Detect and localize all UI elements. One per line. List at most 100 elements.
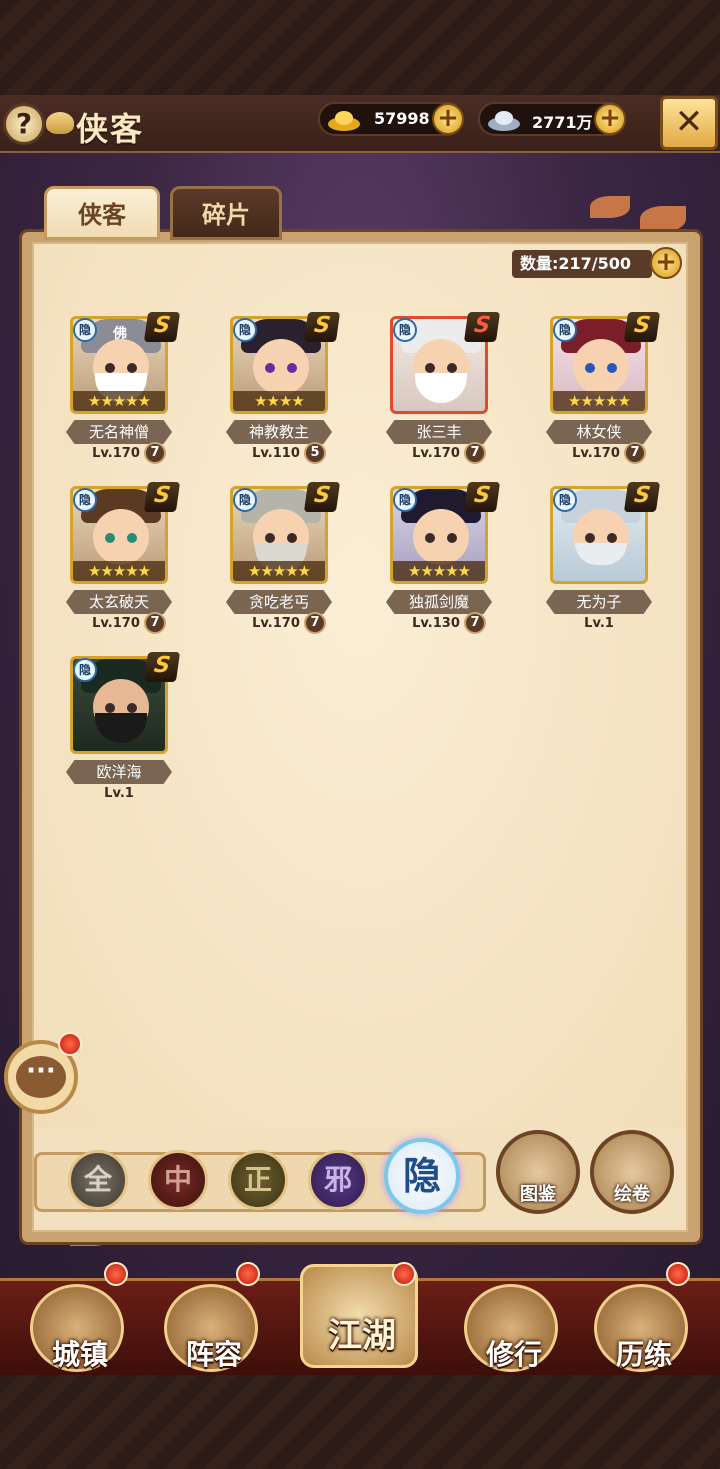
eye <box>585 363 595 373</box>
hero-name: 贪吃老丐 <box>226 590 332 614</box>
nav-jianghu-notification-dot <box>392 1262 416 1286</box>
nav-town-label: 城镇 <box>51 1338 108 1371</box>
hero-face <box>253 339 309 395</box>
eye <box>105 533 115 543</box>
add-gold-button[interactable]: + <box>432 103 464 135</box>
faction-badge: 隐 <box>553 488 577 512</box>
faction-badge: 隐 <box>233 318 257 342</box>
hero-face <box>93 509 149 565</box>
gold-ingot-icon <box>328 111 360 131</box>
beard <box>95 713 147 743</box>
grade-badge: S <box>623 482 661 512</box>
hero-name: 太玄破天 <box>66 590 172 614</box>
tab-fragments[interactable]: 碎片 <box>170 186 282 240</box>
eye <box>287 363 297 373</box>
hero-rank: 7 <box>464 612 486 634</box>
grade-badge: S <box>143 652 181 682</box>
faction-badge: 隐 <box>233 488 257 512</box>
grade-badge: S <box>143 312 181 342</box>
nav-lineup[interactable]: 阵容 <box>164 1284 258 1372</box>
grade-badge: S <box>303 312 341 342</box>
star-rating: ★★★★★ <box>233 561 325 581</box>
hero-name: 无名神僧 <box>66 420 172 444</box>
eye <box>265 533 275 543</box>
filter-righteous[interactable]: 正 <box>228 1150 288 1210</box>
top-background <box>0 0 720 95</box>
eye <box>447 533 457 543</box>
nav-training[interactable]: 修行 <box>464 1284 558 1372</box>
nav-training-label: 修行 <box>485 1338 542 1371</box>
faction-badge: 隐 <box>73 658 97 682</box>
nav-jianghu-label: 江湖 <box>328 1316 396 1356</box>
eye <box>127 363 137 373</box>
faction-badge: 隐 <box>73 488 97 512</box>
hero-name: 张三丰 <box>386 420 492 444</box>
hero-rank: 7 <box>304 612 326 634</box>
grade-badge: S <box>463 312 501 342</box>
faction-badge: 隐 <box>553 318 577 342</box>
hero-rank: 5 <box>304 442 326 464</box>
maple-leaf-decoration <box>640 206 686 232</box>
hero-count: 数量:217/500 <box>512 250 652 278</box>
chat-bubble-icon: ··· <box>16 1056 66 1098</box>
eye <box>447 363 457 373</box>
hero-name: 林女侠 <box>546 420 652 444</box>
grade-badge: S <box>143 482 181 512</box>
silver-value: 2771万 <box>532 113 593 132</box>
add-silver-button[interactable]: + <box>594 103 626 135</box>
hero-name: 欧洋海 <box>66 760 172 784</box>
nav-lineup-label: 阵容 <box>185 1338 242 1371</box>
star-rating: ★★★★★ <box>393 561 485 581</box>
filter-hidden[interactable]: 隐 <box>384 1138 460 1214</box>
hero-rank: 7 <box>624 442 646 464</box>
star-rating: ★★★★ <box>233 391 325 411</box>
scroll-album-label: 绘卷 <box>614 1184 650 1205</box>
filter-neutral[interactable]: 中 <box>148 1150 208 1210</box>
star-rating: ★★★★★ <box>553 391 645 411</box>
hero-name: 神教教主 <box>226 420 332 444</box>
nav-trials-label: 历练 <box>615 1338 672 1371</box>
nav-town-notification-dot <box>104 1262 128 1286</box>
silver-ingot-icon <box>488 111 520 131</box>
filter-all[interactable]: 全 <box>68 1150 128 1210</box>
codex-button[interactable]: 图鉴 <box>496 1130 580 1214</box>
eye <box>105 703 115 713</box>
hero-card[interactable]: 隐 S 无为子 Lv.1 <box>520 482 661 647</box>
maple-leaf-decoration <box>590 196 630 218</box>
beard <box>415 373 467 403</box>
faction-badge: 隐 <box>393 318 417 342</box>
hero-card[interactable]: ★★★★★ 隐 S 林女侠 Lv.170 7 <box>520 312 661 477</box>
nav-trials-notification-dot <box>666 1262 690 1286</box>
hero-card[interactable]: ★★★★★ 隐 S 贪吃老丐 Lv.170 7 <box>200 482 341 647</box>
nav-lineup-notification-dot <box>236 1262 260 1286</box>
eye <box>607 533 617 543</box>
tab-heroes[interactable]: 侠客 <box>44 186 160 240</box>
hero-card[interactable]: 佛 ★★★★★ 隐 S 无名神僧 Lv.170 7 <box>40 312 181 477</box>
hero-card[interactable]: ★★★★★ 隐 S 独孤剑魔 Lv.130 7 <box>360 482 501 647</box>
expand-capacity-button[interactable]: + <box>650 247 682 279</box>
grade-badge: S <box>303 482 341 512</box>
nav-town[interactable]: 城镇 <box>30 1284 124 1372</box>
faction-badge: 隐 <box>393 488 417 512</box>
help-button[interactable]: ? <box>3 103 45 145</box>
hero-face <box>413 509 469 565</box>
hero-card[interactable]: 隐 S 张三丰 Lv.170 7 <box>360 312 501 477</box>
filter-evil[interactable]: 邪 <box>308 1150 368 1210</box>
page-title: 侠客 <box>76 110 145 148</box>
close-button[interactable]: ✕ <box>660 96 718 150</box>
scroll-album-button[interactable]: 绘卷 <box>590 1130 674 1214</box>
hero-card[interactable]: ★★★★ 隐 S 神教教主 Lv.110 5 <box>200 312 341 477</box>
grade-badge: S <box>463 482 501 512</box>
eye <box>425 363 435 373</box>
hero-name: 独孤剑魔 <box>386 590 492 614</box>
grade-badge: S <box>623 312 661 342</box>
hero-card[interactable]: ★★★★★ 隐 S 太玄破天 Lv.170 7 <box>40 482 181 647</box>
eye <box>127 703 137 713</box>
eye <box>127 533 137 543</box>
title-cloud-icon <box>46 112 74 134</box>
nav-trials[interactable]: 历练 <box>594 1284 688 1372</box>
beard <box>575 543 627 565</box>
hero-rank: 7 <box>464 442 486 464</box>
hero-card[interactable]: 隐 S 欧洋海 Lv.1 <box>40 652 181 817</box>
eye <box>287 533 297 543</box>
